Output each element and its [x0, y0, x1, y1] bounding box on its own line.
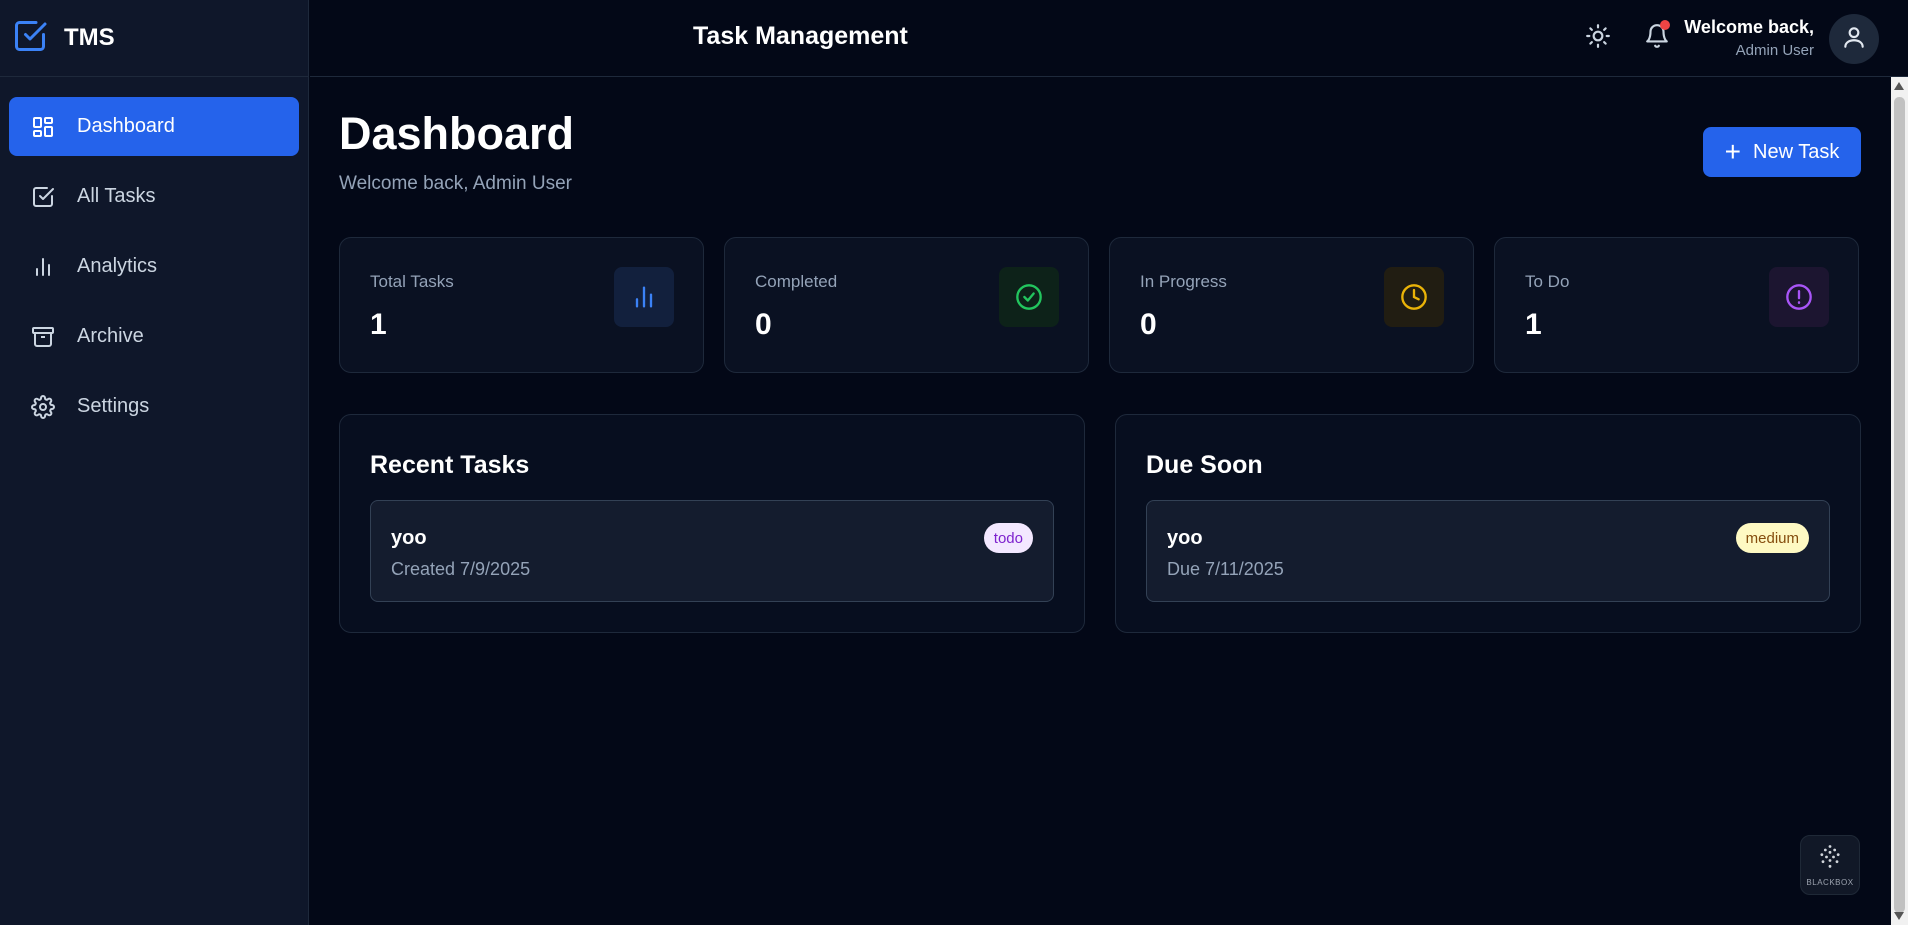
stat-label: Completed: [755, 272, 838, 291]
sidebar-item-label: Settings: [77, 395, 150, 417]
brand[interactable]: TMS: [0, 0, 308, 77]
user-info: Welcome back, Admin User: [1684, 17, 1814, 59]
user-name: Admin User: [1735, 42, 1814, 59]
check-circle-icon: [999, 267, 1059, 327]
task-created-date: Created 7/9/2025: [391, 559, 531, 579]
status-badge: todo: [983, 523, 1033, 553]
stat-card-completed: Completed 0: [724, 237, 1089, 373]
sidebar-item-settings[interactable]: Settings: [9, 377, 299, 436]
grid-icon: [31, 115, 55, 139]
scroll-down-icon[interactable]: [1894, 912, 1904, 920]
sidebar-item-label: Analytics: [77, 255, 158, 277]
theme-toggle-button[interactable]: [1580, 20, 1616, 56]
stat-label: To Do: [1525, 272, 1570, 291]
panel-title: Due Soon: [1146, 451, 1263, 479]
sidebar-item-label: Archive: [77, 325, 144, 347]
task-name: yoo: [391, 527, 427, 549]
sidebar-item-dashboard[interactable]: Dashboard: [9, 97, 299, 156]
checkbox-logo-icon: [12, 18, 48, 59]
user-icon: [1841, 24, 1867, 55]
stat-value: 1: [1525, 308, 1542, 341]
new-task-button[interactable]: + New Task: [1703, 127, 1861, 177]
bar-chart-icon: [31, 255, 55, 279]
new-task-label: New Task: [1753, 140, 1840, 163]
stat-card-todo: To Do 1: [1494, 237, 1859, 373]
due-soon-panel: Due Soon yoo Due 7/11/2025 medium: [1115, 414, 1861, 633]
priority-badge: medium: [1735, 523, 1809, 553]
page-subtitle: Welcome back, Admin User: [339, 173, 573, 194]
blackbox-widget[interactable]: BLACKBOX: [1800, 835, 1860, 895]
top-bar: Task Management Welcome back, Admin User: [310, 0, 1908, 77]
stat-label: In Progress: [1140, 272, 1227, 291]
blackbox-label: BLACKBOX: [1806, 878, 1854, 887]
notifications-button[interactable]: [1639, 20, 1675, 56]
bar-chart-icon: [614, 267, 674, 327]
scroll-up-icon[interactable]: [1894, 82, 1904, 90]
stat-value: 1: [370, 308, 387, 341]
page-title: Dashboard: [339, 108, 575, 159]
sun-icon: [1585, 23, 1611, 54]
sidebar: TMS Dashboard All Tasks Analytics Archiv…: [0, 0, 309, 925]
blackbox-logo-icon: [1816, 843, 1844, 876]
list-item[interactable]: yoo Created 7/9/2025 todo: [370, 500, 1054, 602]
stat-value: 0: [1140, 308, 1157, 341]
notification-dot: [1660, 20, 1670, 30]
alert-circle-icon: [1769, 267, 1829, 327]
task-name: yoo: [1167, 527, 1203, 549]
stat-label: Total Tasks: [370, 272, 454, 291]
recent-tasks-panel: Recent Tasks yoo Created 7/9/2025 todo: [339, 414, 1085, 633]
panels-row: Recent Tasks yoo Created 7/9/2025 todo D…: [339, 414, 1861, 633]
scrollbar[interactable]: [1891, 77, 1908, 925]
avatar[interactable]: [1829, 14, 1879, 64]
sidebar-nav: Dashboard All Tasks Analytics Archive Se…: [0, 77, 308, 467]
checkbox-icon: [31, 185, 55, 209]
sidebar-item-label: Dashboard: [77, 115, 175, 137]
task-due-date: Due 7/11/2025: [1167, 559, 1284, 579]
sidebar-item-archive[interactable]: Archive: [9, 307, 299, 366]
scroll-thumb[interactable]: [1894, 97, 1905, 913]
gear-icon: [31, 394, 55, 419]
clock-icon: [1384, 267, 1444, 327]
stat-card-in-progress: In Progress 0: [1109, 237, 1474, 373]
brand-name: TMS: [64, 24, 115, 51]
page-heading: Task Management: [693, 22, 908, 50]
sidebar-item-label: All Tasks: [77, 185, 156, 207]
panel-title: Recent Tasks: [370, 451, 530, 479]
stat-card-total: Total Tasks 1: [339, 237, 704, 373]
stat-value: 0: [755, 308, 772, 341]
sidebar-item-all-tasks[interactable]: All Tasks: [9, 167, 299, 226]
stats-row: Total Tasks 1 Completed 0 In Progress 0 …: [339, 237, 1861, 373]
user-greeting: Welcome back,: [1684, 17, 1814, 37]
list-item[interactable]: yoo Due 7/11/2025 medium: [1146, 500, 1830, 602]
plus-icon: +: [1724, 136, 1742, 167]
archive-icon: [31, 325, 55, 349]
sidebar-item-analytics[interactable]: Analytics: [9, 237, 299, 296]
